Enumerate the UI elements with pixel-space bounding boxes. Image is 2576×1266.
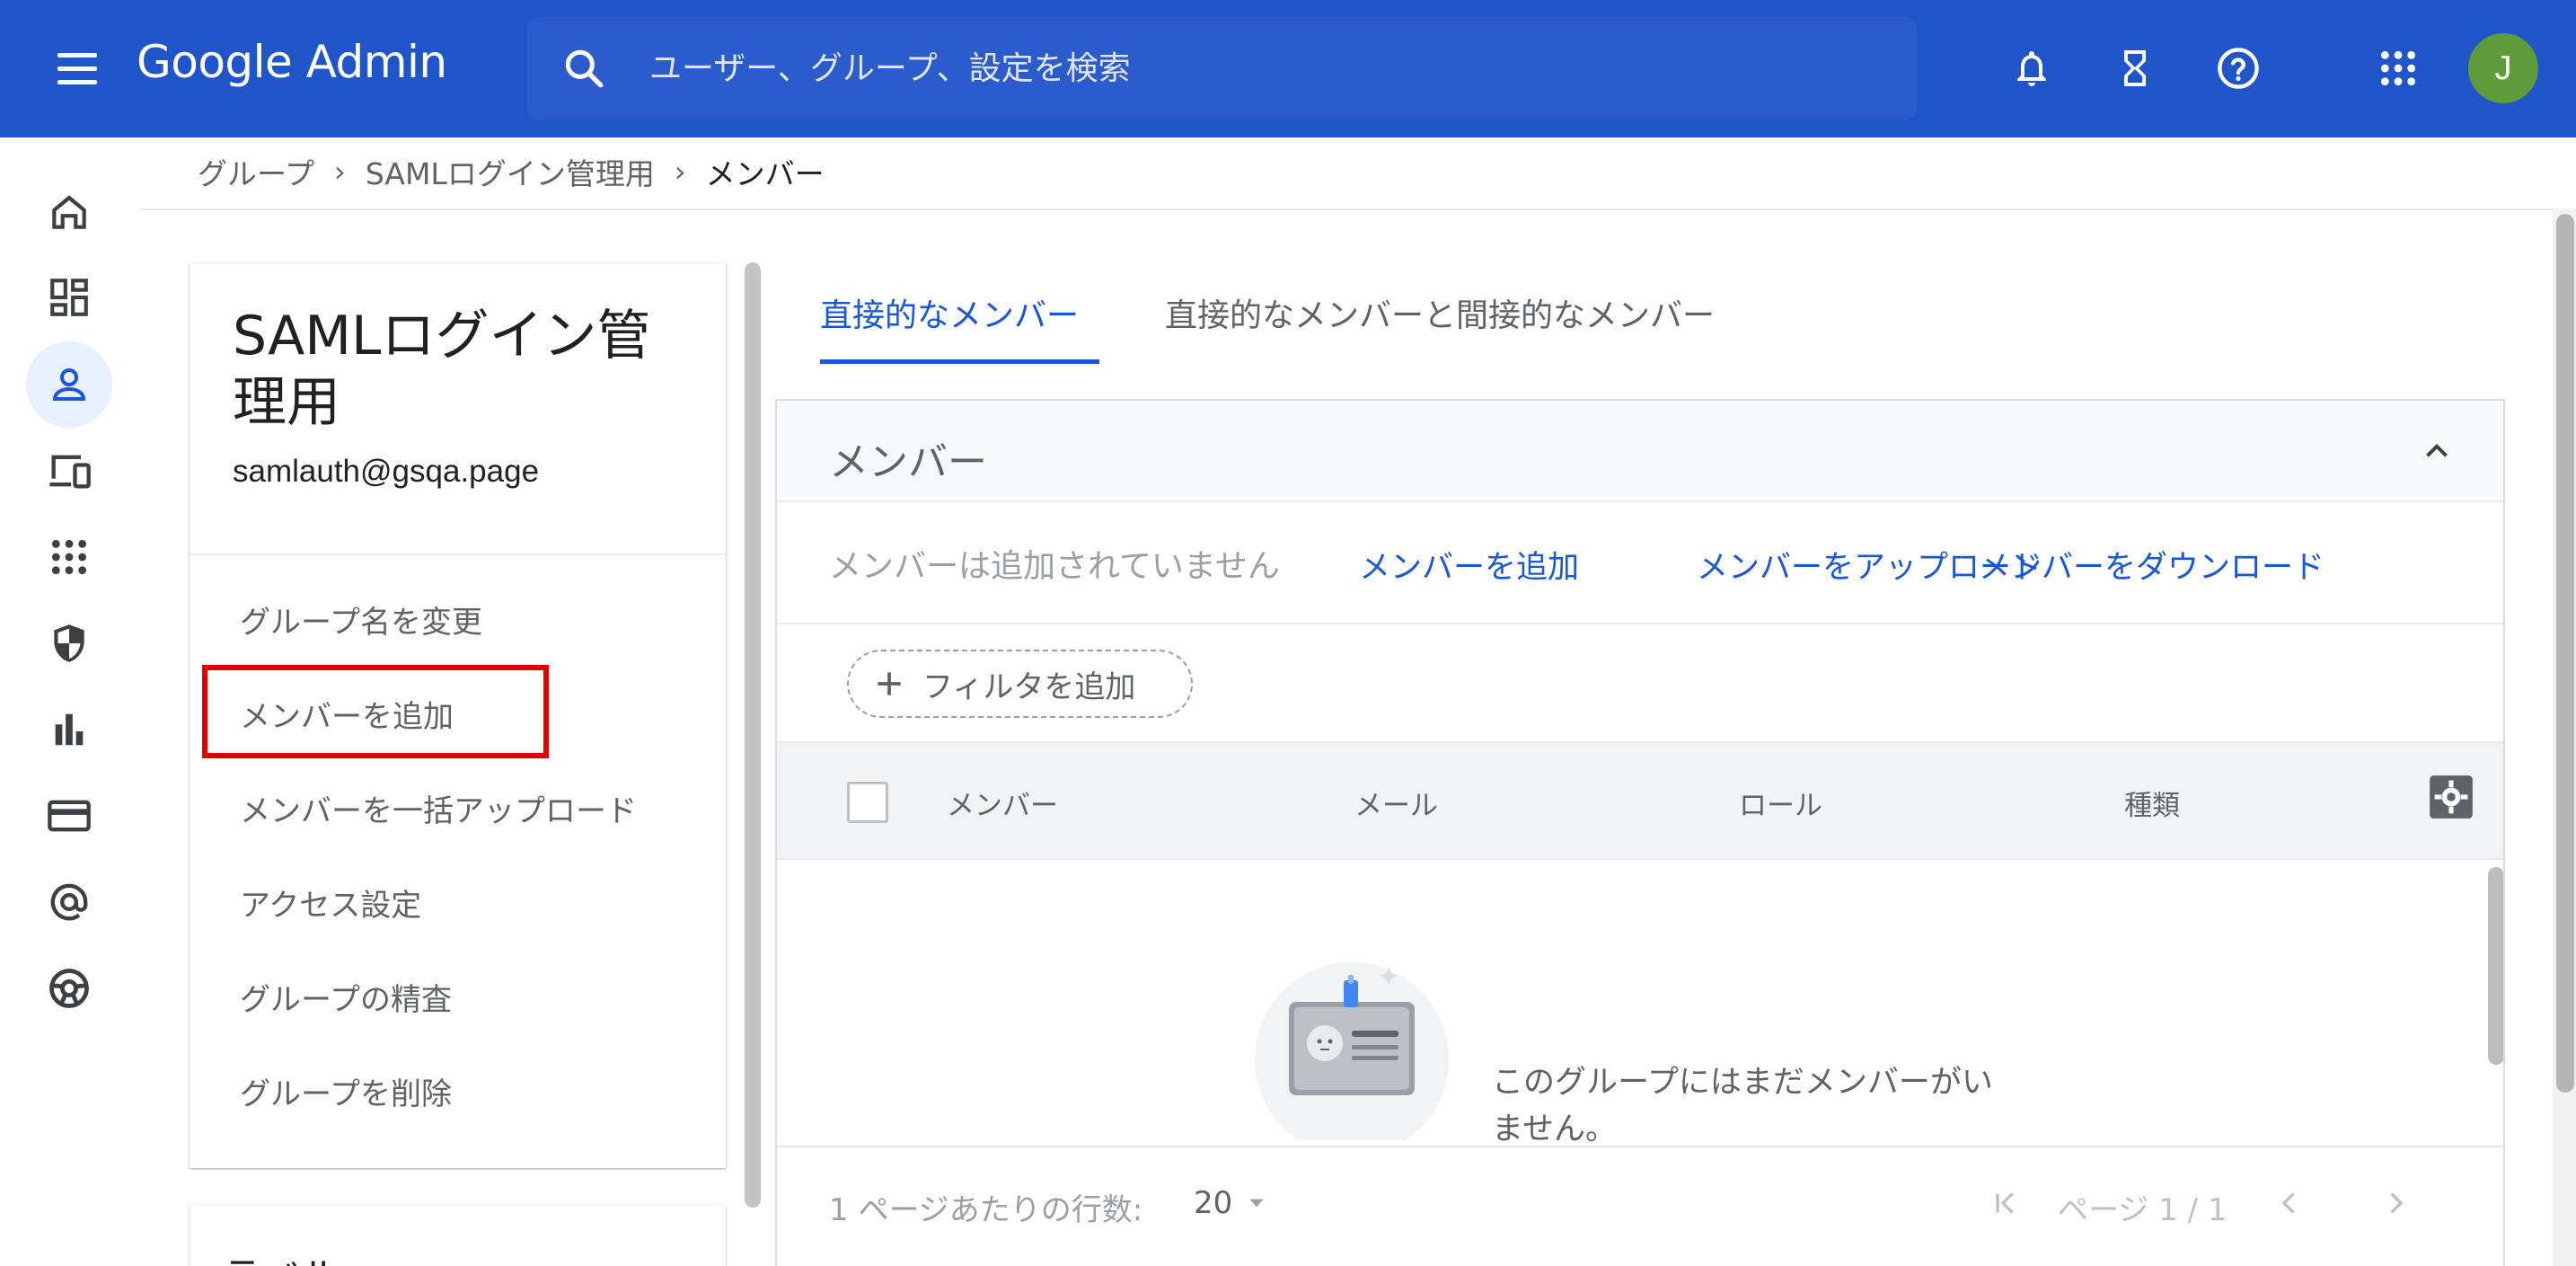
page-indicator: ページ 1 / 1: [2058, 1192, 2228, 1228]
search-input[interactable]: [649, 44, 1871, 93]
add-filter-label: フィルタを追加: [922, 668, 1136, 705]
group-title: SAMLログイン管理用: [233, 305, 651, 434]
rail-dashboard[interactable]: [26, 254, 112, 341]
rail-reports[interactable]: [26, 686, 112, 773]
group-email: samlauth@gsqa.page: [233, 454, 540, 489]
top-app-bar: Google Admin J: [0, 0, 2576, 137]
pagination-bar: 1 ページあたりの行数: 20 ページ 1 / 1: [777, 1146, 2503, 1266]
column-member[interactable]: メンバー: [947, 783, 1058, 823]
prev-page-icon[interactable]: [2270, 1183, 2309, 1223]
search-bar[interactable]: [527, 17, 1917, 120]
members-panel: メンバー メンバーは追加されていません メンバーを追加 メンバーをアップロード …: [775, 399, 2505, 1266]
tab-all-members[interactable]: 直接的なメンバーと間接的なメンバー: [1165, 289, 1715, 336]
domains-at-icon: [50, 883, 88, 921]
rail-support[interactable]: [26, 945, 112, 1031]
rail-billing[interactable]: [26, 773, 112, 859]
next-page-icon[interactable]: [2376, 1183, 2415, 1223]
members-panel-header[interactable]: メンバー: [777, 401, 2503, 502]
column-role[interactable]: ロール: [1739, 783, 1822, 823]
rows-per-page-select[interactable]: 20: [1194, 1185, 1268, 1221]
empty-badge-illustration-icon: [1255, 962, 1449, 1140]
main-menu-button[interactable]: [47, 41, 108, 95]
breadcrumb-divider: [140, 208, 2556, 210]
breadcrumb-current: メンバー: [705, 156, 825, 191]
bulk-upload-members-link[interactable]: メンバーを一括アップロード: [240, 786, 637, 830]
select-all-checkbox[interactable]: [847, 782, 888, 823]
column-type[interactable]: 種類: [2124, 783, 2180, 823]
breadcrumb-separator-icon: ›: [674, 155, 686, 189]
plus-icon: [878, 672, 901, 695]
breadcrumb-groups[interactable]: グループ: [198, 150, 314, 193]
billing-card-icon: [48, 800, 91, 832]
rail-domains[interactable]: [26, 859, 112, 945]
labels-card: ラベル: [190, 1205, 726, 1266]
notifications-icon[interactable]: [1998, 34, 2066, 102]
chevron-up-icon[interactable]: [2421, 435, 2453, 467]
add-filter-button[interactable]: フィルタを追加: [847, 650, 1193, 718]
access-settings-link[interactable]: アクセス設定: [240, 881, 421, 925]
left-column-scrollbar[interactable]: [745, 262, 761, 1208]
rows-per-page-label: 1 ページあたりの行数:: [829, 1192, 1143, 1228]
rows-per-page-value: 20: [1194, 1185, 1233, 1221]
dashboard-icon: [50, 279, 88, 316]
users-icon: [52, 368, 86, 401]
breadcrumb: グループ › SAMLログイン管理用 › メンバー: [198, 149, 825, 194]
group-audit-link[interactable]: グループの精査: [240, 975, 452, 1019]
help-icon[interactable]: [2204, 34, 2272, 102]
table-scrollbar[interactable]: [2488, 867, 2503, 1065]
rail-apps[interactable]: [26, 514, 112, 600]
member-actions-row: メンバーは追加されていません メンバーを追加 メンバーをアップロード メンバーを…: [777, 502, 2503, 624]
filter-row: フィルタを追加: [777, 624, 2503, 743]
rail-security[interactable]: [26, 600, 112, 686]
tasks-hourglass-icon[interactable]: [2101, 34, 2169, 102]
first-page-icon[interactable]: [1986, 1183, 2025, 1223]
security-shield-icon: [54, 624, 84, 662]
page-scrollbar[interactable]: [2556, 214, 2574, 1093]
labels-card-title: ラベル: [222, 1244, 340, 1266]
rail-users[interactable]: [26, 341, 112, 428]
home-icon: [52, 195, 86, 229]
members-panel-title: メンバー: [829, 439, 987, 485]
empty-members-message: このグループにはまだメンバーがいません。: [1492, 1065, 1993, 1146]
support-lifebuoy-icon: [49, 969, 89, 1008]
rail-devices[interactable]: [26, 428, 112, 514]
tab-direct-members[interactable]: 直接的なメンバー: [820, 289, 1079, 336]
delete-group-link[interactable]: グループを削除: [240, 1069, 452, 1113]
rename-group-link[interactable]: グループ名を変更: [240, 598, 482, 642]
breadcrumb-separator-icon: ›: [334, 155, 346, 189]
chevron-down-icon: [1249, 1199, 1264, 1208]
account-avatar[interactable]: J: [2468, 33, 2538, 103]
download-members-button[interactable]: メンバーをダウンロード: [1979, 542, 2325, 588]
apps-icon: [51, 539, 87, 575]
column-email[interactable]: メール: [1354, 783, 1438, 823]
reports-bar-chart-icon: [55, 713, 84, 746]
members-table-header: メンバー メール ロール 種類: [777, 743, 2503, 860]
active-tab-indicator: [820, 359, 1099, 364]
add-member-button[interactable]: メンバーを追加: [1359, 542, 1579, 588]
search-icon[interactable]: [561, 46, 606, 91]
empty-members-state: このグループにはまだメンバーがいません。: [777, 860, 2503, 1146]
no-members-note: メンバーは追加されていません: [829, 548, 1280, 585]
highlight-annotation: [202, 665, 549, 758]
card-divider: [190, 553, 726, 555]
column-settings-gear-icon[interactable]: [2428, 774, 2475, 820]
breadcrumb-group[interactable]: SAMLログイン管理用: [366, 150, 655, 193]
rail-home[interactable]: [26, 169, 112, 255]
devices-icon: [49, 455, 91, 489]
apps-grid-icon[interactable]: [2364, 34, 2432, 102]
app-brand[interactable]: Google Admin: [137, 36, 447, 88]
